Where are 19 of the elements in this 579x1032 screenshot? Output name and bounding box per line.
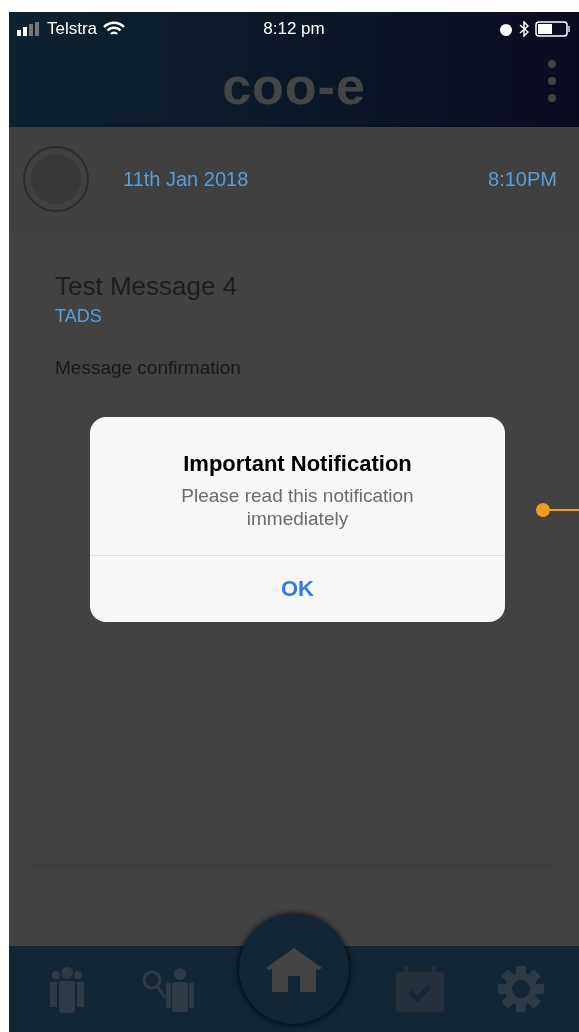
search-people-icon [140, 966, 197, 1012]
nav-button[interactable] [239, 914, 349, 1024]
dialog-title: Important Notification [183, 451, 412, 477]
more-options-icon[interactable] [547, 59, 557, 103]
battery-icon [535, 20, 571, 37]
dialog-message: Please read this notification immediately [180, 485, 415, 531]
home-icon [264, 946, 324, 992]
carrier-name: Telstra [47, 18, 98, 39]
connector-drawing [535, 502, 579, 518]
app-logo: coo-e [222, 56, 366, 116]
signal-icon [17, 21, 41, 36]
message-time: 8:10PM [488, 167, 557, 191]
message-sender: TADS [55, 306, 103, 327]
clock: 8:12 pm [263, 18, 325, 39]
bluetooth-icon [519, 20, 529, 37]
settings-icon [497, 966, 544, 1012]
ok-button[interactable]: OK [90, 555, 505, 622]
message-date: 11th Jan 2018 [123, 167, 250, 191]
wifi-icon [103, 20, 126, 37]
